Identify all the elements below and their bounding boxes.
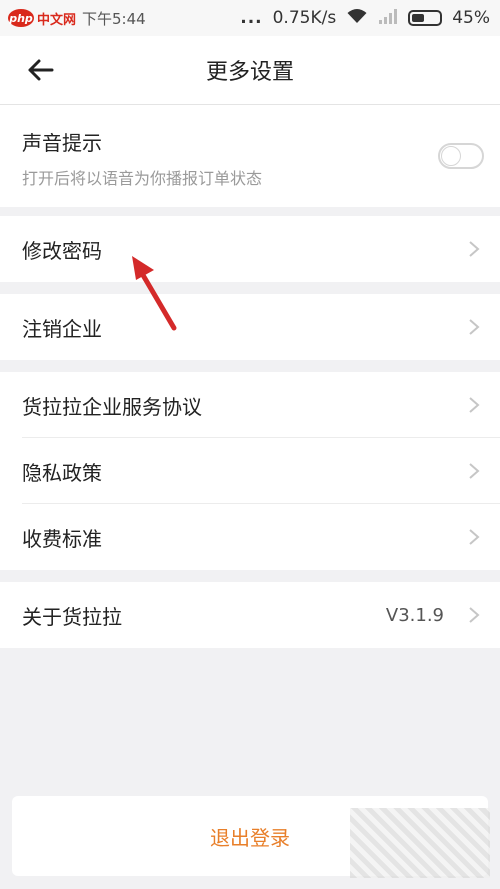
chevron-right-icon bbox=[469, 607, 480, 623]
signal-icon bbox=[378, 8, 398, 29]
wifi-icon bbox=[346, 7, 368, 30]
title-bar: 更多设置 bbox=[0, 36, 500, 105]
chevron-right-icon bbox=[469, 241, 480, 257]
notification-dots: ... bbox=[240, 8, 263, 28]
logout-label: 退出登录 bbox=[210, 825, 290, 850]
sound-setting-description: 打开后将以语音为你播报订单状态 bbox=[22, 169, 263, 188]
cancel-section: 注销企业 bbox=[0, 294, 500, 360]
about-section: 关于货拉拉 V3.1.9 bbox=[0, 582, 500, 648]
page-title: 更多设置 bbox=[205, 60, 294, 85]
sound-setting-row: 声音提示 打开后将以语音为你播报订单状态 bbox=[0, 105, 500, 207]
chevron-right-icon bbox=[469, 463, 480, 479]
watermark-blur bbox=[350, 808, 490, 878]
menu-item-label: 收费标准 bbox=[22, 526, 102, 551]
menu-item-label: 关于货拉拉 bbox=[22, 604, 122, 629]
menu-item-label: 注销企业 bbox=[22, 316, 102, 341]
status-time: 下午5:44 bbox=[82, 9, 146, 28]
status-bar: php 中文网 下午5:44 ... 0.75K/s 45% bbox=[0, 0, 500, 36]
back-button[interactable] bbox=[24, 54, 56, 86]
status-left: php 中文网 下午5:44 bbox=[8, 8, 146, 29]
menu-item-service-agreement[interactable]: 货拉拉企业服务协议 bbox=[0, 372, 500, 438]
menu-item-change-password[interactable]: 修改密码 bbox=[0, 216, 500, 282]
policy-section: 货拉拉企业服务协议 隐私政策 收费标准 bbox=[0, 372, 500, 570]
status-right: ... 0.75K/s 45% bbox=[240, 7, 490, 30]
chevron-right-icon bbox=[469, 529, 480, 545]
sound-setting-title: 声音提示 bbox=[22, 131, 102, 155]
watermark-text: 中文网 bbox=[37, 12, 77, 28]
annotation-arrow-icon bbox=[132, 256, 177, 331]
arrow-left-icon bbox=[28, 59, 54, 81]
menu-item-label: 隐私政策 bbox=[22, 460, 102, 485]
watermark-badge: php bbox=[8, 9, 34, 27]
watermark-logo: php 中文网 bbox=[8, 9, 76, 28]
version-label: V3.1.9 bbox=[385, 604, 444, 626]
battery-icon bbox=[408, 10, 443, 26]
menu-item-fee-standard[interactable]: 收费标准 bbox=[0, 504, 500, 570]
sound-toggle[interactable] bbox=[438, 143, 484, 169]
battery-text: 45% bbox=[452, 8, 490, 28]
toggle-knob bbox=[441, 146, 461, 166]
menu-item-privacy-policy[interactable]: 隐私政策 bbox=[0, 438, 500, 504]
chevron-right-icon bbox=[469, 319, 480, 335]
menu-item-about[interactable]: 关于货拉拉 V3.1.9 bbox=[0, 582, 500, 648]
chevron-right-icon bbox=[469, 397, 480, 413]
menu-item-label: 货拉拉企业服务协议 bbox=[22, 394, 202, 419]
password-section: 修改密码 bbox=[0, 216, 500, 282]
menu-item-cancel-enterprise[interactable]: 注销企业 bbox=[0, 294, 500, 360]
menu-item-label: 修改密码 bbox=[22, 238, 102, 263]
network-speed: 0.75K/s bbox=[272, 8, 337, 28]
sound-section: 声音提示 打开后将以语音为你播报订单状态 bbox=[0, 105, 500, 207]
